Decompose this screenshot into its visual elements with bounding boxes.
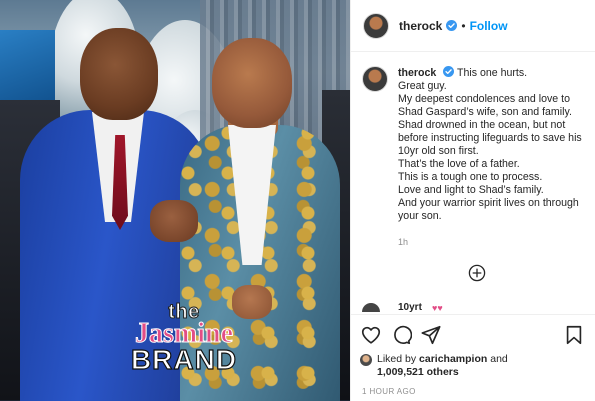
jasmine-brand-watermark: the Jasmine BRAND [114,302,254,375]
caption-line: Great guy. [398,80,447,92]
avatar[interactable] [362,66,388,92]
header-username[interactable]: therock [399,19,442,33]
background-banner [0,30,55,110]
likes-summary: Liked by carichampion and 1,009,521 othe… [360,353,585,379]
caption-lead: This one hurts. [457,67,528,79]
post-timestamp[interactable]: 1 HOUR AGO [362,387,585,396]
person-right-head [212,38,292,128]
partial-comment-row: 10yrt ♥♥ [362,302,482,312]
post-photo[interactable]: the Jasmine BRAND [0,0,350,401]
bookmark-icon[interactable] [563,324,585,346]
caption-text: therock This one hurts. Great guy. My de… [398,66,582,223]
caption-line: before instructing lifeguards to save hi… [398,132,582,144]
caption-line: My deepest condolences and love to [398,93,570,105]
caption-time: 1h [398,237,409,247]
add-comment-icon[interactable] [468,264,486,282]
header-separator: • [461,18,466,33]
verified-badge-icon [443,66,455,77]
avatar[interactable] [362,303,380,312]
post-actions: Liked by carichampion and 1,009,521 othe… [350,314,595,396]
caption-line: And your warrior spirit lives on through [398,197,579,209]
avatar[interactable] [363,12,389,39]
liked-by-user[interactable]: carichampion [419,353,487,365]
liked-by-and: and [490,353,508,365]
caption-line: your son. [398,210,442,222]
share-icon[interactable] [420,324,442,346]
caption-line: Shad Gaspard’s wife, son and family. [398,106,572,118]
partial-comment-text: 10yrt [398,302,422,312]
caption-line: That’s the love of a father. [398,158,520,170]
caption-line: 10yr old son first. [398,145,479,157]
likes-count[interactable]: 1,009,521 others [377,366,459,378]
caption-line: Shad drowned in the ocean, but not [398,119,566,131]
fist-bump [150,200,198,242]
caption-username[interactable]: therock [398,67,436,79]
partial-emoji-icon: ♥♥ [432,303,443,312]
heart-icon[interactable] [360,324,382,346]
watermark-brand: BRAND [130,344,238,375]
avatar[interactable] [360,354,372,366]
comment-icon[interactable] [390,324,412,346]
liked-by-prefix: Liked by [377,353,417,365]
caption-line: Love and light to Shad’s family. [398,184,544,196]
verified-badge-icon [446,20,458,31]
person-left-head [80,28,158,120]
action-icons-row [360,321,585,349]
follow-button[interactable]: Follow [470,19,508,33]
post-header: therock • Follow [351,0,595,52]
caption-line: This is a tough one to process. [398,171,543,183]
post-caption: therock This one hurts. Great guy. My de… [362,66,588,223]
